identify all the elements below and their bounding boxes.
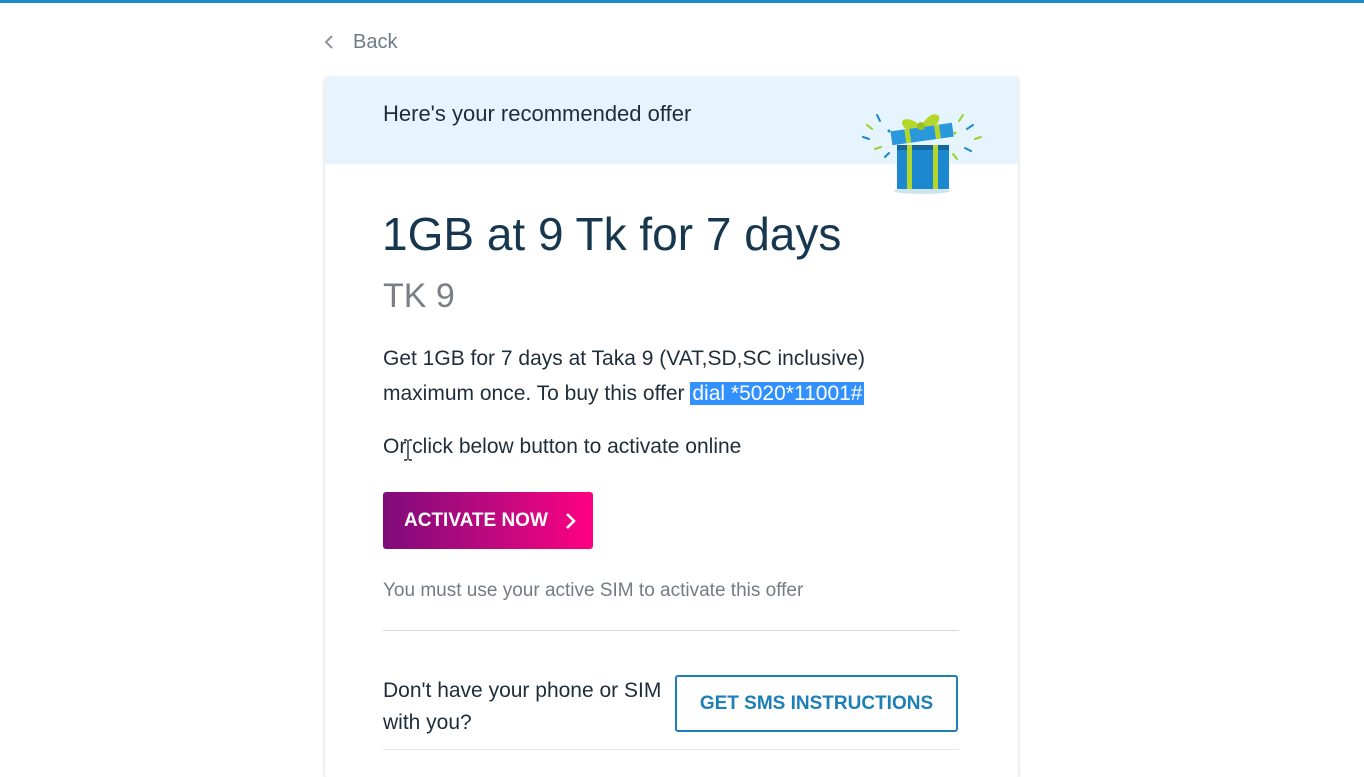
card-header-title: Here's your recommended offer: [383, 101, 692, 126]
chevron-right-icon: [564, 512, 576, 530]
activate-now-label: ACTIVATE NOW: [404, 509, 548, 531]
back-label: Back: [353, 30, 398, 53]
section-divider: [383, 630, 959, 631]
no-phone-prompt: Don't have your phone or SIM with you?: [383, 679, 662, 734]
bottom-divider: [383, 749, 959, 750]
sms-button-label: GET SMS INSTRUCTIONS: [699, 692, 934, 714]
active-sim-note: You must use your active SIM to activate…: [383, 580, 804, 601]
text-cursor-icon: [404, 439, 412, 461]
offer-card-header: Here's your recommended offer: [325, 77, 1018, 194]
offer-title: 1GB at 9 Tk for 7 days: [382, 208, 842, 260]
gift-box-icon: [862, 114, 982, 194]
back-link[interactable]: Back: [323, 28, 397, 56]
dial-code-selected-text[interactable]: dial *5020*11001#: [690, 382, 865, 405]
top-accent-strip: [0, 0, 1364, 3]
get-sms-instructions-button[interactable]: GET SMS INSTRUCTIONS: [675, 675, 958, 732]
offer-price: TK 9: [383, 277, 455, 315]
offer-description: Get 1GB for 7 days at Taka 9 (VAT,SD,SC …: [383, 341, 943, 411]
activate-online-hint: Or click below button to activate online: [383, 435, 742, 458]
chevron-left-icon: [324, 35, 333, 49]
activate-now-button[interactable]: ACTIVATE NOW: [383, 492, 593, 549]
offer-card: Here's your recommended offer 1GB at 9 T…: [325, 77, 1018, 777]
